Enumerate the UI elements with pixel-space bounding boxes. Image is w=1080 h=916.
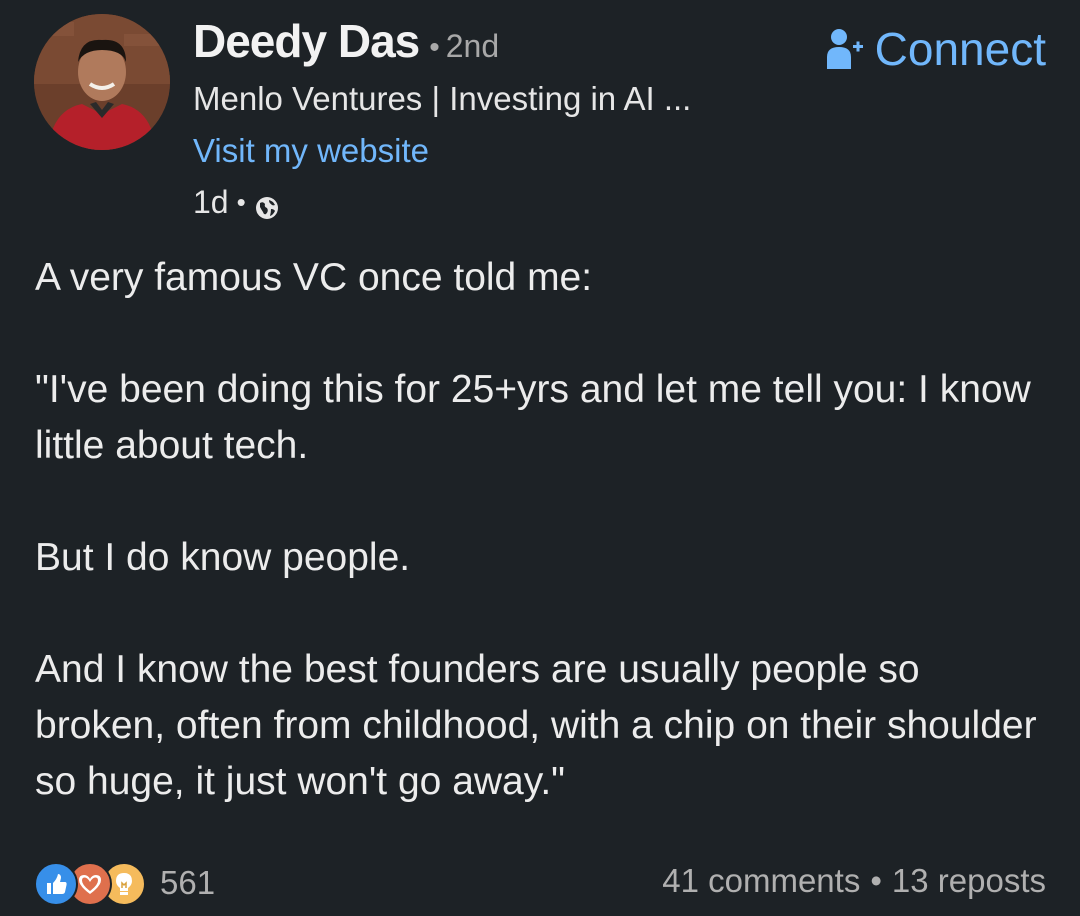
post-body: A very famous VC once told me: "I've bee… (35, 250, 1045, 810)
post-stats: 41 comments • 13 reposts (662, 862, 1046, 900)
comments-count-link[interactable]: 41 comments (662, 862, 860, 900)
reposts-count-link[interactable]: 13 reposts (892, 862, 1046, 900)
profile-photo (34, 14, 170, 150)
post-paragraph: "I've been doing this for 25+yrs and let… (35, 368, 1031, 467)
feed-post: Deedy Das • 2nd Menlo Ventures | Investi… (0, 0, 1080, 916)
like-icon (34, 862, 78, 906)
author-headline: Menlo Ventures | Investing in AI ... (193, 80, 692, 117)
reactions-summary[interactable]: 561 (34, 860, 215, 906)
author-header: Deedy Das • 2nd (193, 14, 499, 68)
add-person-icon (825, 27, 865, 71)
meta-separator: • (236, 187, 246, 217)
author-name[interactable]: Deedy Das (193, 14, 420, 68)
post-paragraph: A very famous VC once told me: (35, 256, 593, 299)
post-meta: 1d • (193, 184, 280, 221)
connect-label: Connect (874, 23, 1046, 75)
author-avatar[interactable] (34, 14, 170, 150)
visit-website-link[interactable]: Visit my website (193, 132, 429, 170)
post-paragraph: And I know the best founders are usually… (35, 648, 1037, 803)
globe-icon (254, 192, 280, 219)
stats-separator: • (870, 862, 882, 899)
reaction-count: 561 (160, 864, 216, 901)
degree-separator: • (429, 31, 440, 64)
reaction-icons (34, 860, 148, 906)
connection-degree: 2nd (445, 28, 500, 64)
post-paragraph: But I do know people. (35, 536, 411, 579)
post-age: 1d (193, 184, 229, 220)
connect-button[interactable]: Connect (825, 22, 1046, 76)
